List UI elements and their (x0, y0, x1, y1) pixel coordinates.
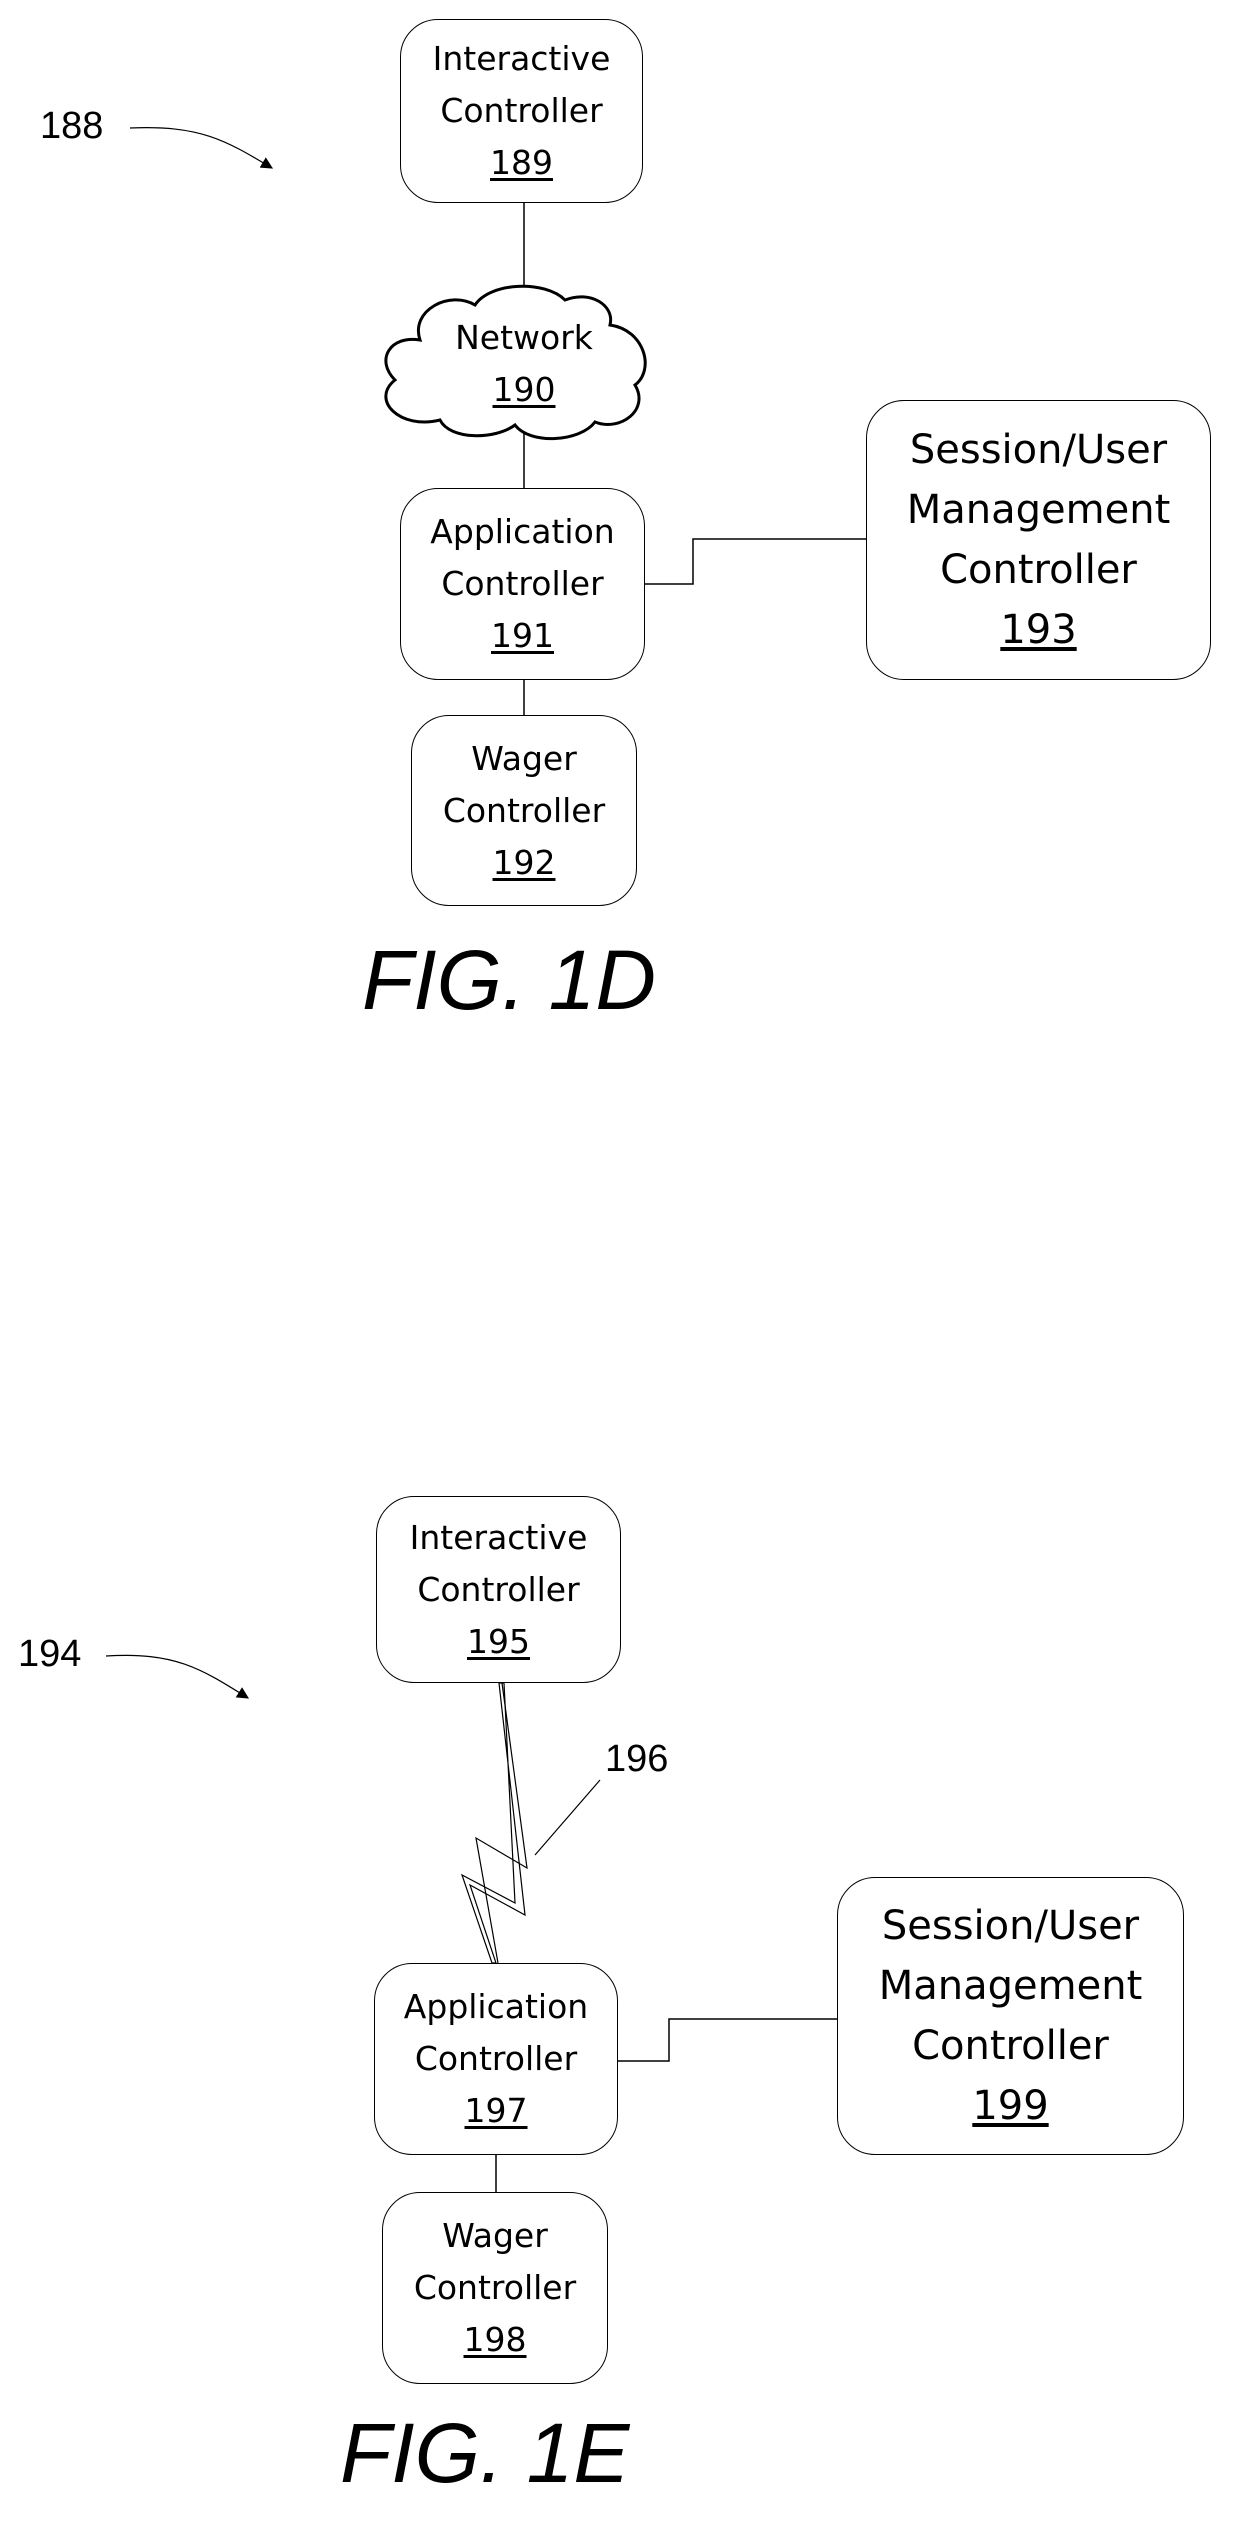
ref-label-196: 196 (605, 1738, 669, 1780)
link-application-session (645, 538, 866, 585)
ref-arrow-188 (129, 127, 274, 169)
ref-number: 189 (490, 143, 553, 182)
box-label: Application (430, 512, 615, 551)
wager-controller-198: Wager Controller 198 (382, 2192, 608, 2384)
ref-leader-196 (534, 1779, 601, 1856)
wireless-link-icon-inner (475, 1682, 528, 1964)
wager-controller-192: Wager Controller 192 (411, 715, 637, 906)
ref-number: 199 (972, 2083, 1049, 2129)
box-label: Application (403, 1987, 589, 2026)
box-label: Wager (442, 2216, 548, 2255)
box-label: Controller (442, 790, 606, 830)
interactive-controller-189: Interactive Controller 189 (400, 19, 643, 203)
box-label: Controller (440, 91, 603, 130)
box-label: Controller (441, 564, 604, 603)
session-user-management-controller-199: Session/User Management Controller 199 (837, 1877, 1184, 2155)
ref-number: 191 (491, 616, 554, 655)
box-label: Management (878, 1963, 1143, 2009)
box-label: Management (906, 487, 1171, 533)
box-label: Controller (940, 547, 1137, 593)
network-190: Network 190 (424, 312, 624, 416)
ref-number: 197 (464, 2091, 528, 2130)
ref-number: 193 (1000, 607, 1077, 653)
ref-label-188: 188 (40, 105, 104, 147)
cloud-label: Network (455, 318, 593, 357)
box-label: Session/User (881, 1903, 1140, 1949)
application-controller-191: Application Controller 191 (400, 488, 645, 680)
ref-number: 198 (463, 2320, 527, 2359)
ref-label-194: 194 (18, 1633, 82, 1675)
box-label: Controller (413, 2268, 577, 2307)
box-label: Controller (414, 2039, 578, 2078)
session-user-management-controller-193: Session/User Management Controller 193 (866, 400, 1211, 680)
figure-title-1d: FIG. 1D (362, 933, 657, 1027)
ref-number: 192 (492, 842, 556, 882)
box-label: Session/User (909, 427, 1168, 473)
box-label: Interactive (432, 39, 611, 78)
box-label: Controller (417, 1569, 580, 1609)
box-label: Controller (912, 2023, 1109, 2069)
ref-arrow-194 (105, 1654, 250, 1699)
wireless-link-icon (460, 1682, 526, 1964)
ref-number: 190 (492, 370, 556, 409)
box-label: Wager (471, 738, 577, 778)
ref-number: 195 (467, 1621, 530, 1661)
application-controller-197: Application Controller 197 (374, 1963, 618, 2155)
link-application-session-e (618, 2018, 837, 2062)
figure-title-1e: FIG. 1E (340, 2406, 630, 2500)
interactive-controller-195: Interactive Controller 195 (376, 1496, 621, 1683)
box-label: Interactive (409, 1517, 588, 1557)
